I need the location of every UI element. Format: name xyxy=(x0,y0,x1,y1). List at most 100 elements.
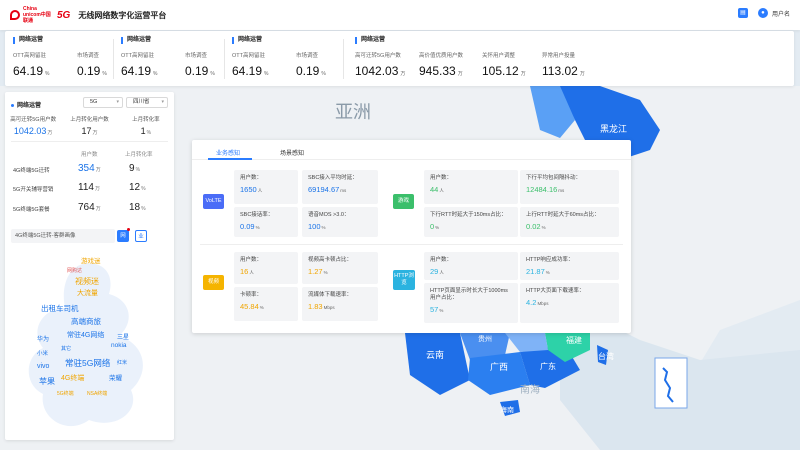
metric-label: SBC接话率： xyxy=(240,212,274,218)
metric-card[interactable]: HTTP响应成功率： 21.87% xyxy=(520,252,619,280)
kpi-divider xyxy=(343,39,344,79)
logo-5g: 5G xyxy=(57,9,71,21)
segment-selector[interactable]: 4G终端5G迁转-客群画像 xyxy=(11,229,115,243)
kpi-item[interactable]: 高价值优质用户数 945.33 万 xyxy=(419,51,470,78)
region-select[interactable]: 四川省 ▾ xyxy=(126,97,168,108)
table-row[interactable]: 4G终端5G迁转 354万 9% xyxy=(5,163,174,179)
row-label: 4G终端5G迁转 xyxy=(13,168,50,174)
tab-bar: 业务感知 场景感知 xyxy=(192,140,631,160)
col-header-users: 用户数 xyxy=(81,152,98,158)
metric-card[interactable]: HTTP页面显示时长大于1000ms用户占比： 57% xyxy=(424,283,518,323)
kpi-item[interactable]: 高可迁转5G用户数 1042.03 万 xyxy=(355,51,407,78)
table-row[interactable]: 5G终端5G套餐 764万 18% xyxy=(5,202,174,218)
province-label-yunnan: 云南 xyxy=(426,349,444,361)
kpi-value: 0.19% xyxy=(77,64,107,78)
metric-value: 0.02% xyxy=(526,222,546,231)
user-avatar-icon[interactable]: ● xyxy=(757,8,768,18)
kpi-item[interactable]: 异常用户投量 113.02 万 xyxy=(542,51,585,78)
network-select[interactable]: 5G ▾ xyxy=(83,97,123,108)
kpi-item[interactable]: 市场调查 0.19% xyxy=(185,51,215,78)
kpi-label: OTT高网留驻 xyxy=(121,53,154,59)
tab-scene-perception[interactable]: 场景感知 xyxy=(280,148,304,157)
metric-label: 用户数： xyxy=(430,175,453,181)
tab-business-perception[interactable]: 业务感知 xyxy=(216,148,240,157)
cloud-word: 常驻5G网络 xyxy=(65,358,111,368)
metric-card[interactable]: SBC接入平均时延： 69194.67ms xyxy=(302,170,378,204)
chevron-down-icon: ▾ xyxy=(161,99,164,105)
metric-card[interactable]: 用户数： 29人 xyxy=(424,252,518,280)
row-label: 5G终端5G套餐 xyxy=(13,207,50,213)
kpi-value: 0.19% xyxy=(296,64,326,78)
kpi-item[interactable]: OTT高网留驻 64.19% xyxy=(121,51,173,78)
table-row[interactable]: 5G开关辅导营销 114万 12% xyxy=(5,182,174,198)
metric-card[interactable]: 用户数： 44人 xyxy=(424,170,518,204)
section-divider xyxy=(200,244,623,245)
metric-card[interactable]: HTTP大页面下载速率： 4.2Mbps xyxy=(520,283,619,323)
metric-card[interactable]: 上行RTT时延大于60ms占比： 0.02% xyxy=(520,207,619,237)
kpi-item[interactable]: 市场调查 0.19% xyxy=(77,51,107,78)
http-browse-badge: HTTP浏览 xyxy=(393,270,415,290)
logo-text: China unicom中国联通 xyxy=(23,6,51,24)
cloud-word: 5G终端 xyxy=(57,391,74,397)
metric-value: 100% xyxy=(308,222,326,231)
metric-card[interactable]: 卡顿率： 45.84% xyxy=(234,287,298,321)
network-view-button[interactable]: 网 xyxy=(117,230,129,242)
metric-label: HTTP响应成功率： xyxy=(526,257,574,263)
cloud-word: 视频迷 xyxy=(75,277,99,286)
left-panel: 网络运营 5G ▾ 四川省 ▾ 高可迁转5G用户数 1042.03万 上月转化用… xyxy=(5,92,174,440)
kpi-divider xyxy=(224,39,225,79)
app-header: China unicom中国联通 5G 无线网络数字化运营平台 ▤ ● 用户名 xyxy=(0,0,800,30)
cloud-word: 出租车司机 xyxy=(41,304,79,313)
active-tab-indicator xyxy=(208,158,252,160)
metric-label: 流媒体下载速率： xyxy=(308,292,353,298)
cloud-word: 常驻4G网络 xyxy=(67,332,105,339)
metric-card[interactable]: 下行RTT时延大于150ms占比： 0% xyxy=(424,207,518,237)
video-badge: 视频 xyxy=(203,275,224,290)
chevron-down-icon: ▾ xyxy=(116,99,119,105)
province-label-fujian: 福建 xyxy=(566,335,582,345)
metric-value: 29人 xyxy=(430,267,444,276)
continent-label: 亚洲 xyxy=(335,102,371,123)
metric-card[interactable]: 用户数： 16人 xyxy=(234,252,298,284)
kpi-item[interactable]: 市场调查 0.19% xyxy=(296,51,326,78)
metric-card[interactable]: 语音MOS >3.0： 100% xyxy=(302,207,378,237)
cloud-word: 网购达 xyxy=(67,268,83,274)
stat-value: 1042.03万 xyxy=(13,126,53,136)
metric-label: 用户数： xyxy=(240,175,263,181)
col-header-rate: 上月转化率 xyxy=(125,152,153,158)
metric-label: HTTP页面显示时长大于1000ms用户占比： xyxy=(430,288,508,301)
cloud-word: 小米 xyxy=(37,351,49,357)
business-view-button[interactable]: 业 xyxy=(135,230,147,242)
kpi-item[interactable]: OTT高网留驻 64.19% xyxy=(13,51,65,78)
metric-card[interactable]: 流媒体下载速率： 1.83Mbps xyxy=(302,287,378,321)
kpi-item[interactable]: OTT高网留驻 64.19% xyxy=(232,51,284,78)
kpi-label: 关怀用户调整 xyxy=(482,53,516,59)
cloud-word: 高端商旅 xyxy=(71,317,101,326)
province-label-guangxi: 广西 xyxy=(490,361,508,373)
kpi-bar: 网络运营 OTT高网留驻 64.19% 市场调查 0.19% 网络运营 OTT高… xyxy=(5,31,794,86)
cloud-word: 游戏迷 xyxy=(81,258,101,265)
unicom-knot-icon xyxy=(10,10,20,20)
kpi-label: OTT高网留驻 xyxy=(13,53,46,59)
kpi-label: 市场调查 xyxy=(296,53,319,59)
metric-value: 57% xyxy=(430,305,444,314)
metric-label: SBC接入平均时延： xyxy=(308,175,358,181)
volte-badge: VoLTE xyxy=(203,194,224,209)
screen-icon[interactable]: ▤ xyxy=(737,8,748,18)
china-unicom-logo[interactable]: China unicom中国联通 5G xyxy=(10,6,74,24)
metric-card[interactable]: 视频高卡顿占比： 1.27% xyxy=(302,252,378,284)
metric-card[interactable]: 用户数： 1650人 xyxy=(234,170,298,204)
metric-label: 卡顿率： xyxy=(240,292,263,298)
row-users: 114万 xyxy=(78,182,100,193)
stat-label: 上月转化用户数 xyxy=(70,117,109,123)
metric-value: 1.83Mbps xyxy=(308,302,335,311)
row-users: 354万 xyxy=(78,163,101,174)
kpi-item[interactable]: 关怀用户调整 105.12 万 xyxy=(482,51,530,78)
kpi-value: 64.19% xyxy=(13,64,50,78)
metric-card[interactable]: SBC接话率： 0.09% xyxy=(234,207,298,237)
user-name[interactable]: 用户名 xyxy=(772,9,790,18)
metric-value: 44人 xyxy=(430,185,444,194)
kpi-group-title: 网络运营 xyxy=(13,37,119,44)
metric-card[interactable]: 下行平均包间隔抖动： 12484.16ms xyxy=(520,170,619,204)
stat-value: 1% xyxy=(140,126,152,136)
